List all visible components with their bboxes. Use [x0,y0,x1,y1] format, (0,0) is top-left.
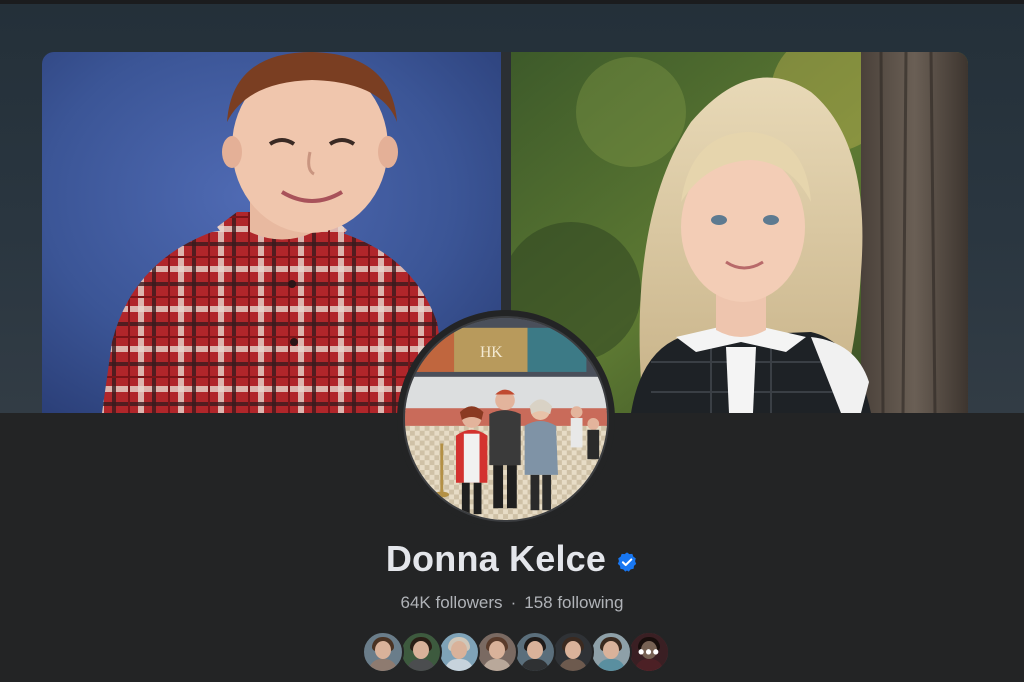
profile-name-row: Donna Kelce [0,538,1024,580]
profile-picture-frame[interactable]: HK [397,310,615,528]
stats-separator: · [510,593,517,612]
restaurant-sign-text: HK [480,344,503,361]
profile-picture[interactable]: HK [403,316,609,522]
friend-avatar-1-icon[interactable] [362,631,404,673]
follow-stats: 64K followers · 158 following [0,593,1024,613]
friend-avatar-6-icon[interactable] [552,631,594,673]
friend-avatar-4-icon[interactable] [476,631,518,673]
profile-name: Donna Kelce [385,538,607,579]
more-friends-icon[interactable]: ••• [630,633,668,671]
verified-badge-icon[interactable] [616,551,638,573]
mutual-friends-avatars: ••• [362,631,670,673]
friend-avatar-5-icon[interactable] [514,631,556,673]
friend-avatar-2-icon[interactable] [400,631,442,673]
friend-avatar-8-icon[interactable]: ••• [628,631,670,673]
following-count[interactable]: 158 following [524,593,623,613]
profile-photo-restaurant: HK [405,318,607,520]
followers-count[interactable]: 64K followers [401,593,503,613]
friend-avatar-3-icon[interactable] [438,631,480,673]
friend-avatar-7-icon[interactable] [590,631,632,673]
